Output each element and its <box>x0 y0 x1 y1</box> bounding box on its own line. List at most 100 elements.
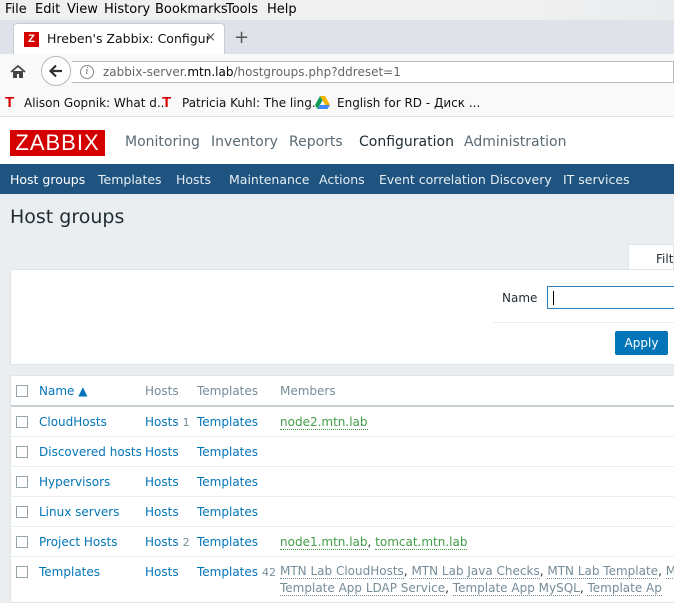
subnav-hosts[interactable]: Hosts <box>176 172 211 187</box>
member-link[interactable]: Template Ap <box>587 581 662 596</box>
column-header-hosts: Hosts <box>145 384 179 398</box>
member-link[interactable]: Template App MySQL <box>452 581 580 596</box>
sub-nav: Host groups Templates Hosts Maintenance … <box>0 164 674 194</box>
subnav-it-services[interactable]: IT services <box>563 172 630 187</box>
browser-tab[interactable]: Z Hreben's Zabbix: Configur... × <box>13 23 225 54</box>
url-text: zabbix-server.mtn.lab/hostgroups.php?ddr… <box>103 65 401 79</box>
browser-navbar: i zabbix-server.mtn.lab/hostgroups.php?d… <box>0 54 674 91</box>
bookmarks-bar: T Alison Gopnik: What d... T Patricia Ku… <box>0 90 674 117</box>
hosts-cell: Hosts 2 <box>145 535 190 549</box>
member-link[interactable]: Template App LDAP Service <box>280 581 446 596</box>
row-checkbox[interactable] <box>16 506 28 518</box>
templates-link[interactable]: Templates <box>197 475 258 489</box>
member-link[interactable]: MTN Lab CloudHosts <box>280 564 404 579</box>
hosts-link[interactable]: Hosts <box>145 415 179 429</box>
table-header-divider <box>11 405 674 407</box>
nav-reports[interactable]: Reports <box>289 134 343 150</box>
subnav-discovery[interactable]: Discovery <box>490 172 552 187</box>
apply-button[interactable]: Apply <box>615 331 668 355</box>
row-checkbox[interactable] <box>16 566 28 578</box>
select-all-checkbox[interactable] <box>16 385 28 397</box>
members-cell: node2.mtn.lab <box>280 415 368 430</box>
menu-tools[interactable]: Tools <box>226 2 258 17</box>
nav-monitoring[interactable]: Monitoring <box>125 134 200 150</box>
home-icon[interactable] <box>9 63 27 81</box>
nav-inventory[interactable]: Inventory <box>211 134 278 150</box>
hosts-link[interactable]: Hosts <box>145 505 179 519</box>
filter-tab-label: Filter <box>656 252 674 266</box>
subnav-maintenance[interactable]: Maintenance <box>229 172 310 187</box>
templates-cell: Templates 42 <box>197 565 276 579</box>
filter-divider <box>493 322 674 323</box>
hosts-link[interactable]: Hosts <box>145 535 179 549</box>
row-divider <box>11 496 674 497</box>
hosts-count: 1 <box>182 416 190 429</box>
bookmark-item[interactable]: Patricia Kuhl: The ling... <box>182 96 323 110</box>
hosts-link[interactable]: Hosts <box>145 565 179 579</box>
new-tab-icon[interactable]: + <box>234 27 249 48</box>
group-name-link[interactable]: Project Hosts <box>39 535 117 549</box>
nav-administration[interactable]: Administration <box>464 134 566 150</box>
row-divider <box>11 436 674 437</box>
member-link[interactable]: node1.mtn.lab <box>280 535 368 550</box>
template-members-list: MTN Lab CloudHosts, MTN Lab Java Checks,… <box>280 563 674 597</box>
row-checkbox[interactable] <box>16 536 28 548</box>
tab-title: Hreben's Zabbix: Configur... <box>47 31 209 46</box>
group-name-link[interactable]: Templates <box>39 565 100 579</box>
nav-configuration[interactable]: Configuration <box>359 134 454 150</box>
filter-tab[interactable]: Filter <box>628 244 674 270</box>
hosts-link[interactable]: Hosts <box>145 445 179 459</box>
window-titlebar-area <box>524 0 674 20</box>
row-divider <box>11 466 674 467</box>
url-bar[interactable]: i zabbix-server.mtn.lab/hostgroups.php?d… <box>72 61 674 83</box>
row-divider <box>11 526 674 527</box>
member-link[interactable]: MTN Lab Java Checks <box>411 564 540 579</box>
subnav-host-groups[interactable]: Host groups <box>10 172 85 187</box>
templates-link[interactable]: Templates <box>197 565 258 579</box>
subnav-actions[interactable]: Actions <box>319 172 365 187</box>
menu-view[interactable]: View <box>67 2 98 17</box>
bookmark-item[interactable]: English for RD - Диск ... <box>337 96 480 110</box>
bookmark-item[interactable]: Alison Gopnik: What d... <box>24 96 168 110</box>
tab-close-icon[interactable]: × <box>205 30 216 45</box>
site-info-icon[interactable]: i <box>80 65 94 79</box>
back-button[interactable] <box>41 56 71 86</box>
text-caret <box>553 291 554 305</box>
member-link[interactable]: MTN Lab Template <box>547 564 659 579</box>
row-divider <box>11 556 674 557</box>
member-link[interactable]: node2.mtn.lab <box>280 415 368 430</box>
templates-link[interactable]: Templates <box>197 445 258 459</box>
page-title: Host groups <box>10 206 125 228</box>
filter-panel <box>10 269 674 365</box>
hosts-cell: Hosts 1 <box>145 415 190 429</box>
menu-file[interactable]: File <box>5 2 27 17</box>
subnav-event-correlation[interactable]: Event correlation <box>379 172 486 187</box>
templates-link[interactable]: Templates <box>197 505 258 519</box>
row-checkbox[interactable] <box>16 476 28 488</box>
ted-icon: T <box>162 94 172 111</box>
hosts-link[interactable]: Hosts <box>145 475 179 489</box>
ted-icon: T <box>5 94 15 111</box>
back-arrow-icon <box>48 64 62 78</box>
group-name-link[interactable]: Discovered hosts <box>39 445 142 459</box>
group-name-link[interactable]: Hypervisors <box>39 475 110 489</box>
menu-edit[interactable]: Edit <box>35 2 60 17</box>
browser-tabstrip: Z Hreben's Zabbix: Configur... × <box>0 20 674 54</box>
menu-history[interactable]: History <box>104 2 150 17</box>
zabbix-logo[interactable]: ZABBIX <box>10 130 105 156</box>
zabbix-header: ZABBIX Monitoring Inventory Reports Conf… <box>0 117 674 164</box>
menu-help[interactable]: Help <box>267 2 297 17</box>
templates-link[interactable]: Templates <box>197 535 258 549</box>
menu-bookmarks[interactable]: Bookmarks <box>155 2 228 17</box>
column-header-name[interactable]: Name ▲ <box>39 384 87 398</box>
filter-name-input[interactable] <box>547 286 674 309</box>
row-checkbox[interactable] <box>16 446 28 458</box>
member-link[interactable]: MTN L <box>665 564 674 579</box>
group-name-link[interactable]: CloudHosts <box>39 415 107 429</box>
filter-name-label: Name <box>502 291 538 305</box>
member-link[interactable]: tomcat.mtn.lab <box>375 535 468 550</box>
subnav-templates[interactable]: Templates <box>98 172 162 187</box>
group-name-link[interactable]: Linux servers <box>39 505 119 519</box>
row-checkbox[interactable] <box>16 416 28 428</box>
templates-link[interactable]: Templates <box>197 415 258 429</box>
